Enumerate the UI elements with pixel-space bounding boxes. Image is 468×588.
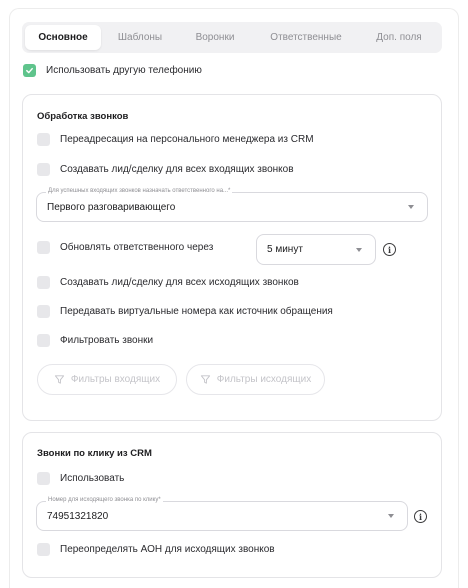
update-responsible-label: Обновлять ответственного через [60, 242, 214, 253]
outgoing-number-field-label: Номер для исходящего звонка по клику* [46, 497, 163, 503]
checkbox[interactable] [37, 305, 50, 318]
redirect-to-manager-option[interactable]: Переадресация на персонального менеджера… [37, 133, 314, 146]
click-to-call-title: Звонки по клику из CRM [37, 448, 152, 459]
outgoing-number-value: 74951321820 [47, 511, 109, 522]
update-responsible-option[interactable]: Обновлять ответственного через [37, 241, 213, 254]
checkbox[interactable] [37, 241, 50, 254]
tab-main[interactable]: Основное [25, 25, 101, 50]
incoming-filters-label: Фильтры входящих [70, 374, 161, 385]
tab-bar: Основное Шаблоны Воронки Ответственные Д… [22, 22, 442, 53]
filter-icon [54, 375, 64, 384]
checkbox[interactable] [37, 472, 50, 485]
click-to-call-use-option[interactable]: Использовать [37, 472, 124, 485]
create-lead-outgoing-label: Создавать лид/сделку для всех исходящих … [60, 277, 299, 288]
tab-funnels[interactable]: Воронки [179, 25, 251, 50]
checkbox[interactable] [37, 163, 50, 176]
info-icon[interactable]: i [383, 243, 396, 256]
check-icon [26, 67, 33, 74]
override-caller-id-option[interactable]: Переопределять АОН для исходящих звонков [37, 543, 275, 556]
use-other-telephony-option[interactable]: Использовать другую телефонию [23, 64, 202, 77]
checkbox[interactable] [37, 276, 50, 289]
update-interval-select[interactable]: 5 минут [256, 234, 376, 265]
tab-templates[interactable]: Шаблоны [101, 25, 179, 50]
assign-responsible-select[interactable]: Для успешных входящих звонков назначать … [36, 188, 428, 222]
filter-calls-option[interactable]: Фильтровать звонки [37, 334, 153, 347]
override-caller-id-label: Переопределять АОН для исходящих звонков [60, 544, 275, 555]
checkbox[interactable] [37, 543, 50, 556]
incoming-filters-button[interactable]: Фильтры входящих [37, 364, 177, 395]
pass-virtual-numbers-option[interactable]: Передавать виртуальные номера как источн… [37, 305, 333, 318]
chevron-down-icon [356, 247, 362, 252]
redirect-to-manager-label: Переадресация на персонального менеджера… [60, 134, 314, 145]
checkbox-checked[interactable] [23, 64, 36, 77]
chevron-down-icon [388, 514, 394, 518]
pass-virtual-numbers-label: Передавать виртуальные номера как источн… [60, 306, 333, 317]
create-lead-incoming-label: Создавать лид/сделку для всех входящих з… [60, 164, 294, 175]
tab-responsible[interactable]: Ответственные [251, 25, 361, 50]
update-interval-value: 5 минут [267, 244, 303, 255]
create-lead-incoming-option[interactable]: Создавать лид/сделку для всех входящих з… [37, 163, 294, 176]
assign-responsible-field-label: Для успешных входящих звонков назначать … [46, 188, 233, 194]
checkbox[interactable] [37, 133, 50, 146]
chevron-down-icon [408, 205, 414, 209]
use-other-telephony-label: Использовать другую телефонию [46, 65, 202, 76]
call-processing-title: Обработка звонков [37, 111, 129, 122]
outgoing-number-select[interactable]: Номер для исходящего звонка по клику* 74… [36, 497, 408, 531]
filter-calls-label: Фильтровать звонки [60, 335, 154, 346]
outgoing-filters-label: Фильтры исходящих [216, 374, 312, 385]
create-lead-outgoing-option[interactable]: Создавать лид/сделку для всех исходящих … [37, 276, 299, 289]
filter-icon [200, 375, 210, 384]
assign-responsible-value: Первого разговаривающего [47, 202, 176, 213]
outgoing-filters-button[interactable]: Фильтры исходящих [186, 364, 325, 395]
tab-extra-fields[interactable]: Доп. поля [361, 25, 437, 50]
info-icon[interactable]: i [414, 510, 427, 523]
click-to-call-use-label: Использовать [60, 473, 125, 484]
checkbox[interactable] [37, 334, 50, 347]
